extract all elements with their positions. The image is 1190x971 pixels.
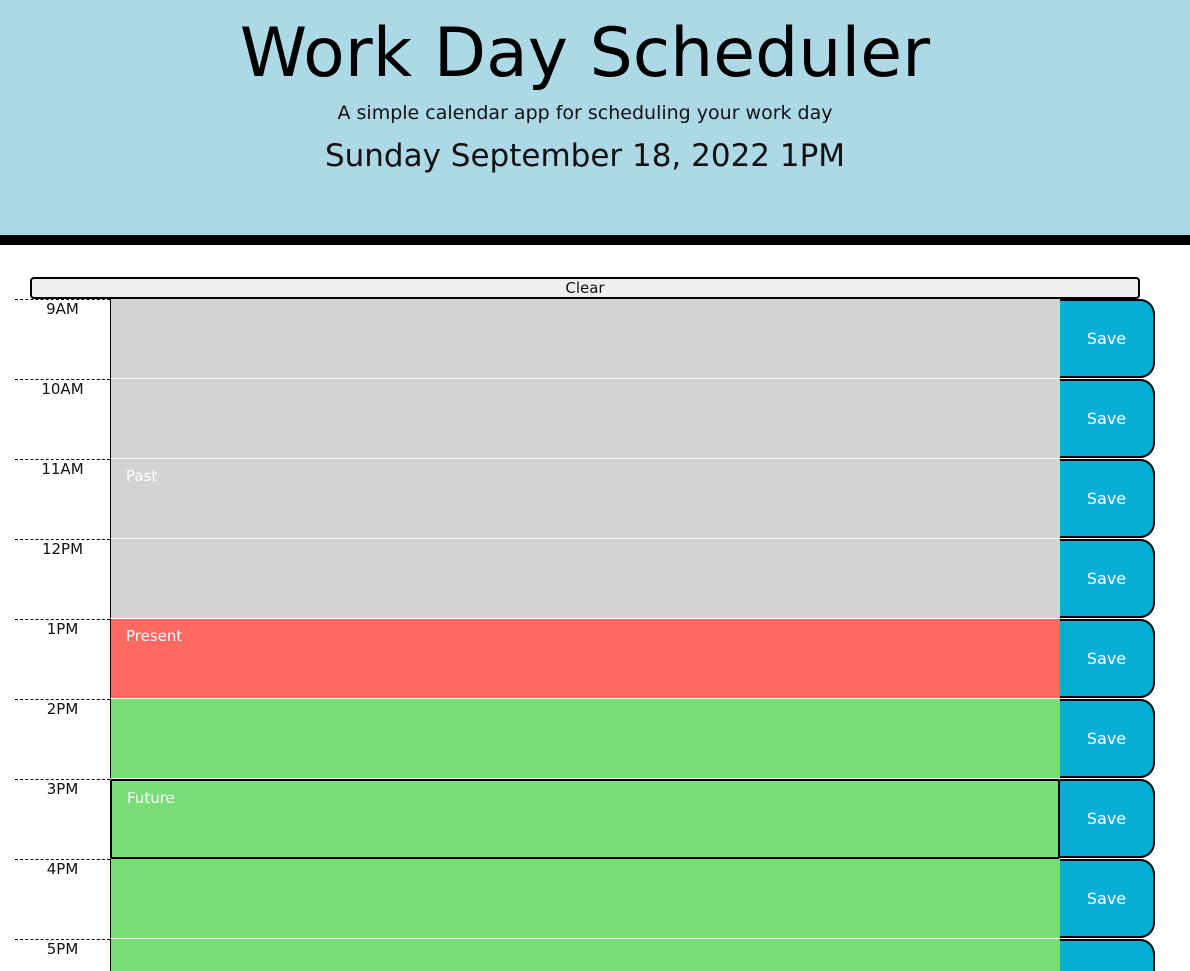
save-button[interactable]: Save [1060,459,1155,538]
time-block-row: 1PM Save [15,619,1155,699]
hour-label: 11AM [15,459,110,539]
save-button[interactable]: Save [1060,939,1155,971]
time-block-row: 3PM Save [15,779,1155,859]
hour-label: 3PM [15,779,110,859]
time-block-row: 10AM Save [15,379,1155,459]
save-button[interactable]: Save [1060,699,1155,778]
time-block-row: 12PM Save [15,539,1155,619]
page-title: Work Day Scheduler [239,14,931,93]
current-day: Sunday September 18, 2022 1PM [324,138,846,174]
save-button[interactable]: Save [1060,859,1155,938]
event-textarea[interactable] [110,299,1060,379]
event-textarea[interactable] [110,459,1060,539]
page-subtitle: A simple calendar app for scheduling you… [337,102,833,124]
event-textarea[interactable] [110,939,1060,971]
time-block-row: 2PM Save [15,699,1155,779]
event-textarea[interactable] [110,859,1060,939]
event-textarea[interactable] [110,619,1060,699]
hour-label: 10AM [15,379,110,459]
event-textarea[interactable] [110,379,1060,459]
time-block-row: 5PM Save [15,939,1155,971]
hour-label: 5PM [15,939,110,971]
hour-label: 4PM [15,859,110,939]
save-button[interactable]: Save [1060,539,1155,618]
hour-label: 1PM [15,619,110,699]
time-block-row: 4PM Save [15,859,1155,939]
save-button[interactable]: Save [1060,619,1155,698]
save-button[interactable]: Save [1060,379,1155,458]
event-textarea[interactable] [110,699,1060,779]
hour-label: 9AM [15,299,110,379]
hour-label: 2PM [15,699,110,779]
save-button[interactable]: Save [1060,299,1155,378]
hour-label: 12PM [15,539,110,619]
event-textarea[interactable] [110,539,1060,619]
event-textarea[interactable] [110,779,1060,859]
time-block-row: 9AM Save [15,299,1155,379]
clear-button[interactable]: Clear [30,277,1140,299]
header: Work Day Scheduler A simple calendar app… [0,0,1190,245]
save-button[interactable]: Save [1060,779,1155,858]
time-block-row: 11AM Save [15,459,1155,539]
